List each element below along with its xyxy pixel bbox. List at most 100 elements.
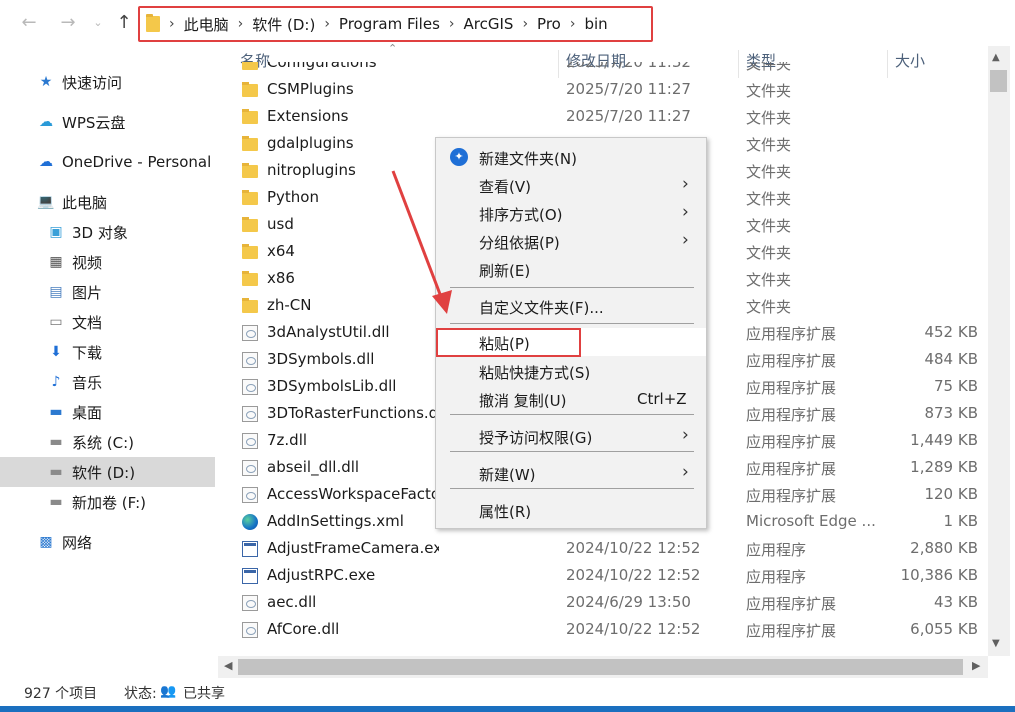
menu-item-group-by[interactable]: 分组依据(P) ›: [436, 227, 706, 255]
film-icon: ▦: [49, 254, 63, 270]
sidebar-item-label: 下载: [72, 343, 103, 362]
menu-item-label: 分组依据(P): [479, 234, 560, 252]
sidebar-item[interactable]: ▤ 图片: [0, 277, 215, 307]
scroll-up-arrow-icon[interactable]: ▲: [992, 52, 1000, 63]
file-row[interactable]: AdjustFrameCamera.exe 2024/10/22 12:52 应用程…: [218, 535, 988, 562]
picture-icon: ▤: [49, 284, 63, 300]
sidebar-item[interactable]: ▭ 文档: [0, 307, 215, 337]
forward-arrow-icon[interactable]: →: [58, 12, 78, 34]
breadcrumb-item[interactable]: Program Files: [339, 15, 440, 33]
breadcrumb-separator-icon[interactable]: ›: [522, 16, 528, 32]
folder-icon: [242, 244, 258, 259]
vertical-scrollbar[interactable]: ▲ ▼: [988, 46, 1010, 656]
file-row[interactable]: CSMPlugins 2025/7/20 11:27 文件夹: [218, 76, 988, 103]
file-name: abseil_dll.dll: [267, 458, 360, 476]
breadcrumb-item[interactable]: ArcGIS: [464, 15, 514, 33]
file-row[interactable]: Configurations 2025/7/20 11:32 文件夹: [218, 62, 988, 76]
sidebar-item[interactable]: ☁ WPS云盘: [0, 107, 215, 137]
file-type: 文件夹: [746, 190, 792, 208]
sidebar-item[interactable]: ☁ OneDrive - Personal: [0, 147, 215, 177]
back-arrow-icon[interactable]: ←: [19, 12, 39, 34]
menu-item-refresh[interactable]: 刷新(E): [436, 255, 706, 283]
menu-item-new[interactable]: 新建(W) ›: [436, 459, 706, 487]
file-row[interactable]: Extensions 2025/7/20 11:27 文件夹: [218, 103, 988, 130]
file-row[interactable]: AfCore.dll 2024/10/22 12:52 应用程序扩展 6,055 KB: [218, 616, 988, 643]
file-type: 应用程序扩展: [746, 325, 837, 343]
document-icon: ▭: [49, 314, 63, 330]
menu-item-paste-shortcut[interactable]: 粘贴快捷方式(S): [436, 357, 706, 385]
menu-separator: [450, 488, 694, 489]
file-type: 文件夹: [746, 217, 792, 235]
sidebar-item[interactable]: ▩ 网络: [0, 527, 215, 557]
chevron-right-icon: ›: [682, 230, 689, 250]
menu-item-label: 粘贴快捷方式(S): [479, 364, 591, 382]
folder-icon: [242, 109, 258, 124]
file-name: AdjustFrameCamera.exe: [267, 539, 439, 557]
breadcrumb-item[interactable]: 软件 (D:): [252, 14, 315, 35]
menu-item-label: 排序方式(O): [479, 206, 563, 224]
vertical-scroll-thumb[interactable]: [990, 70, 1007, 92]
dll-file-icon: [242, 352, 258, 368]
horizontal-scrollbar[interactable]: ◀ ▶: [218, 656, 988, 678]
file-name: Configurations: [267, 62, 377, 71]
breadcrumb-item[interactable]: 此电脑: [184, 14, 229, 35]
menu-item-label: 查看(V): [479, 178, 531, 196]
file-size: 1 KB: [943, 512, 978, 530]
file-row[interactable]: aec.dll 2024/6/29 13:50 应用程序扩展 43 KB: [218, 589, 988, 616]
breadcrumb-separator-icon[interactable]: ›: [570, 16, 576, 32]
sidebar-item[interactable]: ▬ 新加卷 (F:): [0, 487, 215, 517]
breadcrumb-separator-icon[interactable]: ›: [238, 16, 244, 32]
recent-chevron-down-icon[interactable]: ⌄: [88, 12, 108, 34]
chevron-right-icon: ›: [682, 202, 689, 222]
file-type: 文件夹: [746, 244, 792, 262]
sidebar-item[interactable]: ★ 快速访问: [0, 67, 215, 97]
dll-file-icon: [242, 433, 258, 449]
menu-item-sort-by[interactable]: 排序方式(O) ›: [436, 199, 706, 227]
computer-icon: 💻: [37, 194, 55, 210]
breadcrumb-separator-icon[interactable]: ›: [169, 16, 175, 32]
file-size: 75 KB: [934, 377, 978, 395]
file-size: 1,449 KB: [910, 431, 978, 449]
sidebar-item[interactable]: ♪ 音乐: [0, 367, 215, 397]
edge-document-icon: [242, 514, 258, 530]
cube-icon: ▣: [49, 224, 63, 240]
file-row[interactable]: AdjustRPC.exe 2024/10/22 12:52 应用程序 10,386 …: [218, 562, 988, 589]
breadcrumb-item[interactable]: Pro: [537, 15, 561, 33]
sidebar-item[interactable]: ▦ 视频: [0, 247, 215, 277]
scroll-right-arrow-icon[interactable]: ▶: [972, 659, 980, 672]
file-name: 3dAnalystUtil.dll: [267, 323, 390, 341]
menu-item-customize-folder[interactable]: 自定义文件夹(F)...: [436, 292, 706, 320]
file-size: 43 KB: [934, 593, 978, 611]
menu-item-new-folder[interactable]: ✦ 新建文件夹(N): [436, 143, 706, 171]
menu-item-undo-copy[interactable]: 撤消 复制(U) Ctrl+Z: [436, 385, 706, 413]
sidebar-item[interactable]: ▬ 系统 (C:): [0, 427, 215, 457]
sidebar-item[interactable]: ▬ 软件 (D:): [0, 457, 215, 487]
horizontal-scroll-thumb[interactable]: [238, 659, 963, 675]
sidebar-item-label: OneDrive - Personal: [62, 153, 212, 171]
menu-item-properties[interactable]: 属性(R): [436, 496, 706, 524]
file-name: AddInSettings.xml: [267, 512, 404, 530]
file-name: nitroplugins: [267, 161, 356, 179]
sidebar-item[interactable]: ▬ 桌面: [0, 397, 215, 427]
address-bar[interactable]: › 此电脑 › 软件 (D:) › Program Files › ArcGIS…: [138, 6, 653, 42]
file-type: 应用程序扩展: [746, 433, 837, 451]
file-name: AfCore.dll: [267, 620, 340, 638]
menu-item-give-access[interactable]: 授予访问权限(G) ›: [436, 422, 706, 450]
scroll-down-arrow-icon[interactable]: ▼: [992, 638, 1000, 649]
breadcrumb-item[interactable]: bin: [584, 15, 607, 33]
up-arrow-icon[interactable]: ↑: [114, 12, 134, 34]
scroll-left-arrow-icon[interactable]: ◀: [224, 659, 232, 672]
sidebar-item-label: 图片: [72, 283, 103, 302]
sidebar-item[interactable]: ▣ 3D 对象: [0, 217, 215, 247]
shared-users-icon: 👥: [160, 684, 177, 699]
drive-icon: ▬: [49, 434, 63, 450]
menu-item-view[interactable]: 查看(V) ›: [436, 171, 706, 199]
sidebar-item-label: WPS云盘: [62, 113, 126, 132]
status-label: 状态:: [124, 686, 157, 702]
sidebar-item[interactable]: ⬇ 下载: [0, 337, 215, 367]
dll-file-icon: [242, 622, 258, 638]
breadcrumb-separator-icon[interactable]: ›: [449, 16, 455, 32]
breadcrumb-separator-icon[interactable]: ›: [324, 16, 330, 32]
sidebar-item[interactable]: 💻 此电脑: [0, 187, 215, 217]
file-size: 452 KB: [924, 323, 978, 341]
